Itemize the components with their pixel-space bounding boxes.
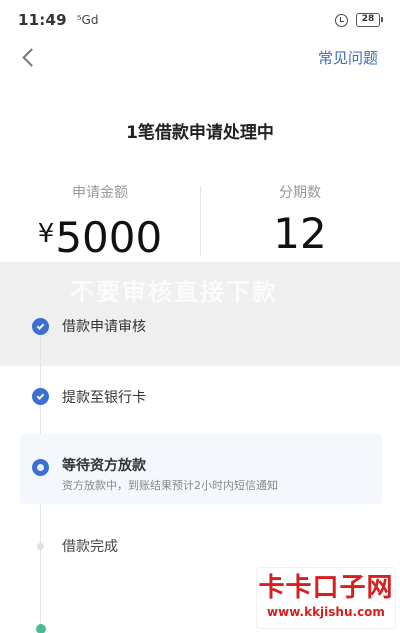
faq-link[interactable]: 常见问题 [318, 47, 378, 68]
pending-step-dot [37, 543, 44, 550]
amount-label: 申请金额 [72, 185, 128, 201]
site-logo-title: 卡卡口子网 [258, 573, 394, 603]
step-label: 提款至银行卡 [62, 390, 146, 406]
alarm-icon [335, 13, 348, 27]
amount-column: 申请金额 ¥5000 [0, 182, 200, 262]
check-icon [32, 318, 49, 335]
step-description: 资方放款中，到账结果预计2小时内短信通知 [62, 479, 278, 492]
page-title: 1笔借款申请处理中 [126, 123, 274, 143]
status-bar: 11:49 ⁵Gd 28 [0, 0, 400, 40]
amount-number: 5000 [55, 213, 163, 262]
current-step-icon [32, 459, 49, 476]
periods-label: 分期数 [279, 185, 321, 201]
periods-value: 12 [273, 209, 327, 258]
nav-bar: 常见问题 [0, 40, 400, 74]
step-label: 借款申请审核 [62, 319, 146, 335]
battery-icon: 28 [356, 13, 383, 27]
status-time: 11:49 [18, 11, 67, 29]
status-left: 11:49 ⁵Gd [18, 11, 98, 29]
site-logo-url: www.kkjishu.com [267, 605, 385, 619]
status-right: 28 [335, 13, 383, 27]
check-icon [32, 388, 49, 405]
currency-symbol: ¥ [37, 219, 55, 249]
site-logo: 卡卡口子网 www.kkjishu.com [256, 567, 396, 629]
signal-icon: ⁵Gd [76, 13, 99, 27]
amount-value: ¥5000 [0, 212, 200, 260]
scroll-hint-dot [36, 624, 46, 633]
loan-summary: 申请金额 ¥5000 分期数 12 [0, 182, 400, 262]
back-icon[interactable] [20, 48, 38, 66]
summary-divider [200, 186, 201, 256]
step-label: 借款完成 [62, 539, 118, 555]
periods-column: 分期数 12 [200, 182, 400, 262]
step-label: 等待资方放款 [62, 458, 146, 474]
